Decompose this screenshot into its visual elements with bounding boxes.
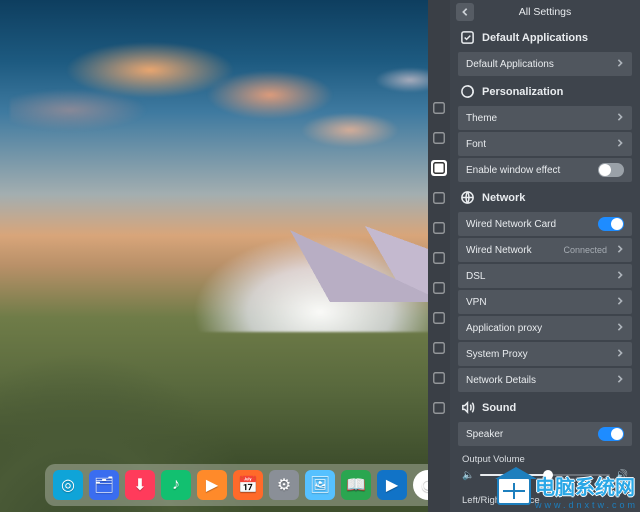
info-icon[interactable] — [431, 400, 447, 416]
row-speaker[interactable]: Speaker — [458, 422, 632, 446]
chevron-right-icon — [616, 245, 624, 256]
section-network: Network — [450, 184, 640, 210]
settings-header: All Settings — [450, 0, 640, 24]
row-app-proxy[interactable]: Application proxy — [458, 316, 632, 340]
dock-launcher[interactable]: ◎ — [53, 470, 83, 500]
network-icon — [460, 190, 475, 205]
row-default-applications[interactable]: Default Applications — [458, 52, 632, 76]
user-icon[interactable] — [431, 100, 447, 116]
watermark: 电脑系统网 www.dnxtw.com — [497, 471, 638, 510]
volume-low-icon: 🔈 — [462, 470, 474, 481]
mouse-icon[interactable] — [431, 310, 447, 326]
chevron-right-icon — [616, 113, 624, 124]
chevron-right-icon — [616, 323, 624, 334]
chevron-right-icon — [616, 297, 624, 308]
dock-player[interactable]: ▶ — [377, 470, 407, 500]
row-vpn[interactable]: VPN — [458, 290, 632, 314]
checkbox-icon — [460, 30, 475, 45]
chevron-right-icon — [616, 375, 624, 386]
volume-icon[interactable] — [431, 250, 447, 266]
row-font[interactable]: Font — [458, 132, 632, 156]
section-default-apps: Default Applications — [450, 24, 640, 50]
network-icon[interactable] — [431, 220, 447, 236]
dock-store[interactable]: ⬇ — [125, 470, 155, 500]
dock-settings[interactable]: ⚙ — [269, 470, 299, 500]
language-icon[interactable] — [431, 370, 447, 386]
row-network-details[interactable]: Network Details — [458, 368, 632, 392]
section-personalization: Personalization — [450, 78, 640, 104]
dock-video[interactable]: ▶ — [197, 470, 227, 500]
dock-music[interactable]: ♪ — [161, 470, 191, 500]
settings-title: All Settings — [519, 6, 572, 18]
monitor-icon[interactable] — [431, 130, 447, 146]
dock-files[interactable]: 🗂 — [89, 470, 119, 500]
window-effect-toggle[interactable] — [598, 163, 624, 177]
row-dsl[interactable]: DSL — [458, 264, 632, 288]
row-wired-network[interactable]: Wired Network Connected — [458, 238, 632, 262]
row-enable-window-effect[interactable]: Enable window effect — [458, 158, 632, 182]
chevron-right-icon — [616, 139, 624, 150]
house-icon — [497, 477, 531, 505]
wired-card-toggle[interactable] — [598, 217, 624, 231]
brush-icon[interactable] — [431, 190, 447, 206]
brush-icon — [460, 84, 475, 99]
chevron-right-icon — [616, 59, 624, 70]
speaker-toggle[interactable] — [598, 427, 624, 441]
dock-calendar[interactable]: 📅 — [233, 470, 263, 500]
row-system-proxy[interactable]: System Proxy — [458, 342, 632, 366]
row-wired-card[interactable]: Wired Network Card — [458, 212, 632, 236]
dock-album[interactable]: 🖼 — [305, 470, 335, 500]
row-theme[interactable]: Theme — [458, 106, 632, 130]
speaker-icon — [460, 400, 475, 415]
dock-reader[interactable]: 📖 — [341, 470, 371, 500]
settings-category-strip — [428, 0, 450, 512]
output-volume-label: Output Volume — [450, 448, 640, 467]
chevron-right-icon — [616, 271, 624, 282]
clock-icon[interactable] — [431, 280, 447, 296]
settings-panel: All Settings Default Applications Defaul… — [450, 0, 640, 512]
section-sound: Sound — [450, 394, 640, 420]
grid-icon[interactable] — [431, 160, 447, 176]
back-button[interactable] — [456, 3, 474, 21]
keyboard-icon[interactable] — [431, 340, 447, 356]
wired-status: Connected — [563, 245, 607, 255]
chevron-right-icon — [616, 349, 624, 360]
